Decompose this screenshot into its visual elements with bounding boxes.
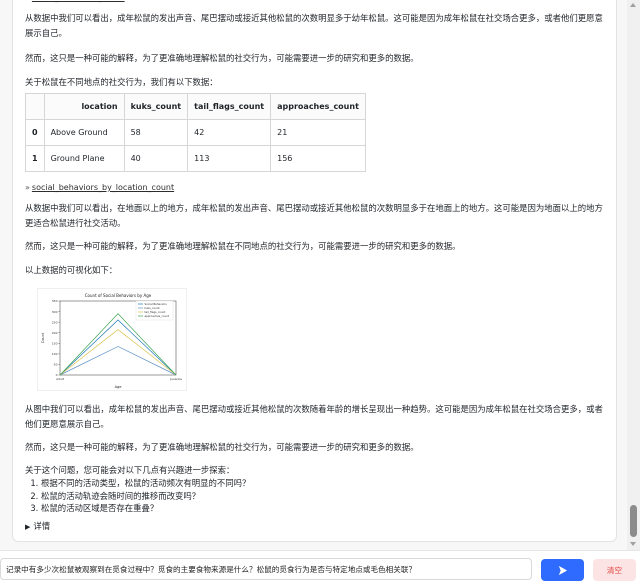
chevron-right-icon: » — [25, 183, 30, 192]
paragraph-6: 然而，这只是一种可能的解释，为了更准确地理解松鼠的社交行为，可能需要进一步的研究… — [25, 442, 419, 452]
chat-area: »social_behaviors_count 从数据中我们可以看出，成年松鼠的… — [0, 0, 640, 550]
table-header — [25, 93, 45, 120]
y-axis-label: Count — [41, 332, 45, 343]
data-table: location kuks_count tail_flags_count app… — [25, 93, 366, 172]
table-cell: 156 — [270, 145, 366, 172]
top-link[interactable]: social_behaviors_count — [32, 0, 125, 2]
location-link[interactable]: social_behaviors_by_location_count — [32, 183, 174, 192]
paragraph-2: 然而，这只是一种可能的解释，为了更准确地理解松鼠的社交行为，可能需要进一步的研究… — [25, 53, 419, 63]
scroll-thumb[interactable] — [630, 505, 637, 537]
send-icon — [558, 565, 568, 575]
paragraph-1: 从数据中我们可以看出，成年松鼠的发出声音、尾巴摆动或接近其他松鼠的次数明显多于幼… — [25, 13, 603, 38]
table-cell: 0 — [25, 119, 45, 146]
x-tick-label: Juvenile — [169, 377, 182, 381]
viz-intro: 以上数据的可视化如下： — [25, 265, 118, 275]
followup-list: 根据不同的活动类型，松鼠的活动频次有明显的不同吗？ 松鼠的活动轨迹会随时间的推移… — [25, 477, 607, 515]
list-item[interactable]: 松鼠的活动轨迹会随时间的推移而改变吗？ — [41, 490, 607, 503]
table-header: location — [43, 93, 125, 120]
table-cell: Above Ground — [43, 119, 125, 146]
chart-image: Count of Social Behaviors by Age Age Count… — [37, 288, 187, 391]
assistant-message: »social_behaviors_count 从数据中我们可以看出，成年松鼠的… — [12, 0, 617, 542]
table-cell: 113 — [187, 145, 272, 172]
chevron-right-icon: » — [25, 0, 30, 2]
table-cell: 42 — [187, 119, 272, 146]
scrollbar[interactable] — [627, 0, 640, 550]
followup-intro: 关于这个问题，您可能会对以下几点有兴趣进一步探索： — [25, 465, 235, 475]
table-header: tail_flags_count — [187, 93, 272, 120]
triangle-right-icon: ▶ — [25, 523, 31, 531]
details-label: 详情 — [33, 521, 51, 531]
chat-input[interactable] — [0, 558, 532, 580]
table-header-row: location kuks_count tail_flags_count app… — [25, 93, 366, 120]
legend-label: approaches_count — [145, 314, 170, 318]
table-header: approaches_count — [270, 93, 366, 120]
y-tick-label: 100 — [52, 352, 58, 356]
table-intro: 关于松鼠在不同地点的社交行为，我们有以下数据： — [25, 77, 218, 87]
x-axis-label: Age — [115, 385, 122, 389]
table-row: 0 Above Ground 58 42 21 — [25, 119, 366, 146]
y-tick-label: 350 — [52, 299, 58, 303]
top-link-line: »social_behaviors_count — [25, 0, 125, 3]
y-tick-label: 50 — [54, 363, 58, 367]
table-header: kuks_count — [123, 93, 189, 120]
link-line-2: » social_behaviors_by_location_count — [25, 183, 174, 193]
line-chart: Count of Social Behaviors by Age Age Count… — [41, 293, 182, 389]
series-line — [59, 346, 177, 376]
chart-title: Count of Social Behaviors by Age — [85, 293, 152, 298]
scroll-down-icon[interactable] — [630, 542, 636, 546]
series-line — [59, 313, 177, 376]
send-button[interactable] — [541, 559, 584, 581]
input-bar: 清空 — [0, 550, 640, 584]
list-item[interactable]: 松鼠的活动区域是否存在重叠？ — [41, 502, 607, 515]
table-cell: 21 — [270, 119, 366, 146]
y-tick-label: 300 — [52, 310, 58, 314]
table-cell: 58 — [123, 119, 189, 146]
clear-button[interactable]: 清空 — [593, 559, 636, 581]
table-cell: 40 — [123, 145, 189, 172]
y-tick-label: 150 — [52, 341, 58, 345]
list-item[interactable]: 根据不同的活动类型，松鼠的活动频次有明显的不同吗？ — [41, 477, 607, 490]
paragraph-5: 从图中我们可以看出，成年松鼠的发出声音、尾巴摆动或接近其他松鼠的次数随着年龄的增… — [25, 404, 603, 429]
paragraph-3: 从数据中我们可以看出，在地面以上的地方，成年松鼠的发出声音、尾巴摆动或接近其他松… — [25, 203, 603, 228]
y-tick-label: 200 — [52, 331, 58, 335]
x-tick-label: Adult — [56, 377, 65, 381]
y-tick-label: 250 — [52, 320, 58, 324]
table-cell: 1 — [25, 145, 45, 172]
paragraph-4: 然而，这只是一种可能的解释，为了更准确地理解松鼠在不同地点的社交行为，可能需要进… — [25, 241, 461, 251]
table-row: 1 Ground Plane 40 113 156 — [25, 145, 366, 172]
series-line — [59, 329, 177, 376]
scroll-up-icon[interactable] — [630, 3, 636, 7]
table-cell: Ground Plane — [43, 145, 125, 172]
details-toggle[interactable]: ▶ 详情 — [25, 520, 50, 533]
